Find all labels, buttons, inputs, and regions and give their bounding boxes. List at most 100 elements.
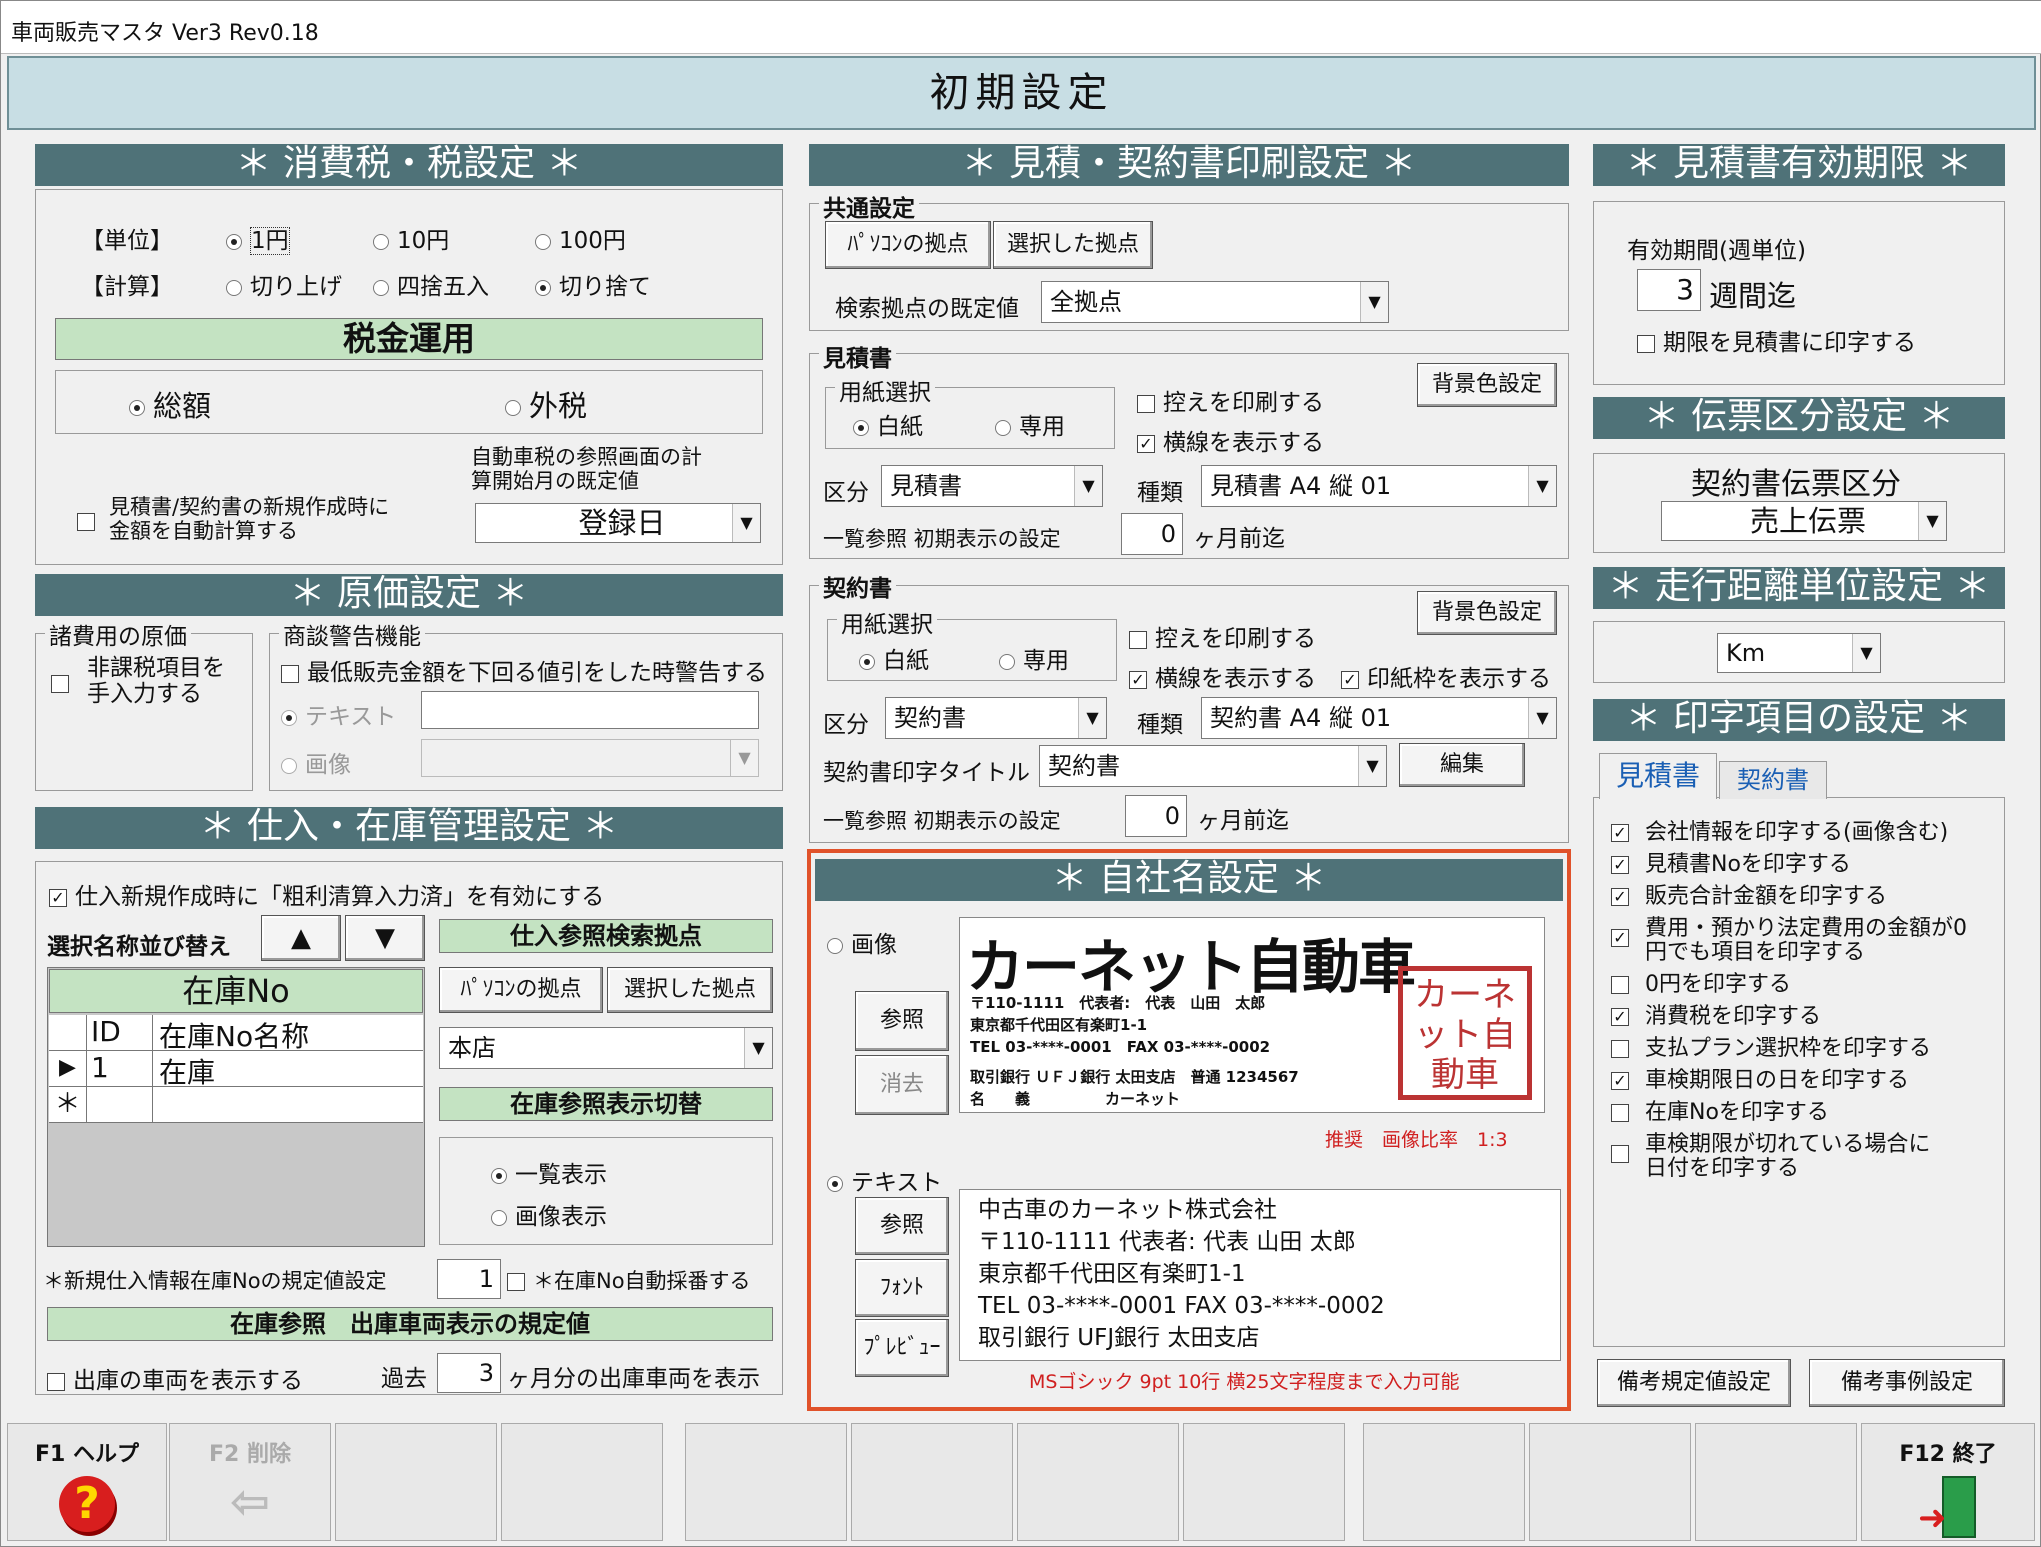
tax-section-title: ＊ 消費税・税設定 ＊ (35, 144, 783, 186)
table-row-new[interactable]: ＊ (49, 1087, 423, 1123)
f4-button[interactable] (501, 1423, 663, 1541)
display-radio-image[interactable]: 画像表示 (491, 1197, 607, 1231)
validity-weeks-input[interactable]: 3 (1637, 269, 1701, 311)
company-text-area[interactable]: 中古車のカーネット株式会社 〒110-1111 代表者: 代表 山田 太郎 東京… (959, 1189, 1561, 1361)
slip-label: 契約書伝票区分 (1691, 467, 1901, 502)
delete-arrow-icon: ⇦ (229, 1474, 271, 1530)
search-base-title: 仕入参照検索拠点 (439, 919, 773, 953)
est-paper-plain[interactable]: 白紙 (853, 407, 923, 441)
tab-contract[interactable]: 契約書 (1719, 761, 1827, 799)
f9-button[interactable] (1363, 1423, 1525, 1541)
warn-checkbox[interactable]: 最低販売金額を下回る値引をした時警告する (281, 653, 767, 687)
company-seal: カーネット自動車 (1398, 966, 1532, 1100)
f6-button[interactable] (851, 1423, 1013, 1541)
est-paper-dedicated[interactable]: 専用 (995, 407, 1065, 441)
stock-base-select[interactable]: 本店 ▼ (439, 1027, 773, 1069)
past-months-input[interactable]: 3 (437, 1353, 501, 1393)
auto-calc-checkbox[interactable] (77, 511, 103, 531)
validity-label: 有効期間(週単位) (1627, 238, 1806, 264)
unit-radio-10[interactable]: 10円 (373, 221, 449, 255)
default-no-input[interactable]: 1 (437, 1259, 501, 1299)
warn-radio-image[interactable]: 画像 (281, 745, 351, 779)
sort-down-button[interactable]: ▼ (345, 915, 425, 961)
print-pc-base-button[interactable]: ﾊﾟｿｺﾝの拠点 (825, 221, 991, 269)
misc-cost-group-title: 諸費用の原価 (45, 617, 191, 651)
estimate-group-title: 見積書 (819, 339, 896, 373)
f7-button[interactable] (1017, 1423, 1179, 1541)
tax-radio-exclusive[interactable]: 外税 (505, 383, 587, 425)
con-bgcolor-button[interactable]: 背景色設定 (1417, 591, 1557, 635)
unit-radio-1[interactable]: 1円 (226, 221, 290, 255)
calc-radio-ceil[interactable]: 切り上げ (226, 267, 342, 301)
table-row[interactable]: ▶ 1 在庫 (49, 1051, 423, 1089)
con-paper-plain[interactable]: 白紙 (859, 641, 929, 675)
f11-button[interactable] (1695, 1423, 1857, 1541)
distance-select[interactable]: Km ▼ (1717, 633, 1881, 673)
show-outbound-checkbox[interactable]: 出庫の車両を表示する (47, 1361, 303, 1395)
f12-exit-button[interactable]: F12 終了 ➜ (1861, 1423, 2035, 1541)
con-kubun-select[interactable]: 契約書 ▼ (885, 697, 1107, 739)
slip-select[interactable]: 売上伝票 ▼ (1661, 501, 1947, 541)
tax-radio-total[interactable]: 総額 (129, 383, 211, 425)
stock-selected-base-button[interactable]: 選択した拠点 (607, 967, 773, 1013)
con-paper-dedicated[interactable]: 専用 (999, 641, 1069, 675)
validity-suffix: 週間迄 (1709, 279, 1797, 313)
sort-up-button[interactable]: ▲ (261, 915, 341, 961)
auto-no-checkbox[interactable]: ＊在庫No自動採番する (507, 1265, 751, 1295)
past-suffix: ヶ月分の出庫車両を表示 (507, 1366, 760, 1392)
est-lines-checkbox[interactable]: ✓ 横線を表示する (1137, 423, 1324, 457)
con-months-input[interactable]: 0 (1125, 795, 1187, 837)
display-radio-list[interactable]: 一覧表示 (491, 1155, 607, 1189)
cost-section-title: ＊ 原価設定 ＊ (35, 574, 783, 616)
con-months-suffix: ヶ月前迄 (1197, 808, 1289, 834)
stock-grid-header: ID 在庫No名称 (49, 1015, 423, 1053)
default-base-select[interactable]: 全拠点 ▼ (1041, 281, 1389, 323)
con-title-edit-button[interactable]: 編集 (1399, 743, 1525, 787)
company-delete-button[interactable]: 消去 (855, 1055, 949, 1115)
warn-image-select[interactable]: ▼ (421, 739, 759, 777)
con-title-select[interactable]: 契約書 ▼ (1039, 745, 1387, 787)
print-selected-base-button[interactable]: 選択した拠点 (993, 221, 1153, 269)
warn-radio-text[interactable]: テキスト (281, 697, 396, 731)
slip-section-title: ＊ 伝票区分設定 ＊ (1593, 397, 2005, 439)
stock-pc-base-button[interactable]: ﾊﾟｿｺﾝの拠点 (439, 967, 603, 1013)
warn-text-input[interactable] (421, 691, 759, 729)
est-bgcolor-button[interactable]: 背景色設定 (1417, 363, 1557, 407)
con-stamp-checkbox[interactable]: ✓ 印紙枠を表示する (1341, 659, 1551, 693)
f3-button[interactable] (335, 1423, 497, 1541)
col-name: 在庫No名称 (159, 1020, 310, 1053)
validity-print-checkbox[interactable]: 期限を見積書に印字する (1637, 323, 1916, 357)
validity-section-title: ＊ 見積書有効期限 ＊ (1593, 144, 2005, 186)
nontax-checkbox[interactable] (51, 673, 77, 693)
est-months-input[interactable]: 0 (1121, 513, 1183, 555)
image-ratio-hint: 推奨 画像比率 1:3 (1325, 1129, 1508, 1151)
company-preview-button[interactable]: ﾌﾟﾚﾋﾞｭｰ (855, 1319, 949, 1377)
company-radio-image[interactable]: 画像 (827, 925, 897, 959)
f8-button[interactable] (1183, 1423, 1345, 1541)
calc-radio-floor[interactable]: 切り捨て (535, 267, 651, 301)
calc-radio-round[interactable]: 四捨五入 (373, 267, 489, 301)
company-logo-image: カーネット自動車 〒110-1111 代表者: 代表 山田 太郎 東京都千代田区… (959, 917, 1545, 1113)
car-tax-select[interactable]: 登録日 ▼ (475, 503, 761, 543)
remark-example-button[interactable]: 備考事例設定 (1809, 1359, 2005, 1407)
company-ref2-button[interactable]: 参照 (855, 1197, 949, 1255)
est-shurui-select[interactable]: 見積書 A4 縦 01 ▼ (1201, 465, 1557, 507)
unit-radio-100[interactable]: 100円 (535, 221, 626, 255)
est-kubun-select[interactable]: 見積書 ▼ (881, 465, 1103, 507)
con-copy-checkbox[interactable]: 控えを印刷する (1129, 619, 1316, 653)
company-ref-button[interactable]: 参照 (855, 991, 949, 1051)
company-font-button[interactable]: ﾌｫﾝﾄ (855, 1259, 949, 1317)
help-icon: ? (59, 1476, 115, 1532)
company-radio-text[interactable]: テキスト (827, 1163, 942, 1197)
tab-estimate[interactable]: 見積書 (1599, 753, 1717, 799)
gross-checkbox[interactable]: ✓ 仕入新規作成時に「粗利清算入力済」を有効にする (49, 877, 604, 911)
est-copy-checkbox[interactable]: 控えを印刷する (1137, 383, 1324, 417)
remark-default-button[interactable]: 備考規定値設定 (1597, 1359, 1791, 1407)
f1-help-button[interactable]: F1 ヘルプ ? (7, 1423, 167, 1541)
f2-delete-button[interactable]: F2 削除 ⇦ (169, 1423, 331, 1541)
common-group-title: 共通設定 (819, 189, 919, 223)
con-lines-checkbox[interactable]: ✓ 横線を表示する (1129, 659, 1316, 693)
f10-button[interactable] (1529, 1423, 1691, 1541)
f5-button[interactable] (685, 1423, 847, 1541)
con-shurui-select[interactable]: 契約書 A4 縦 01 ▼ (1201, 697, 1557, 739)
